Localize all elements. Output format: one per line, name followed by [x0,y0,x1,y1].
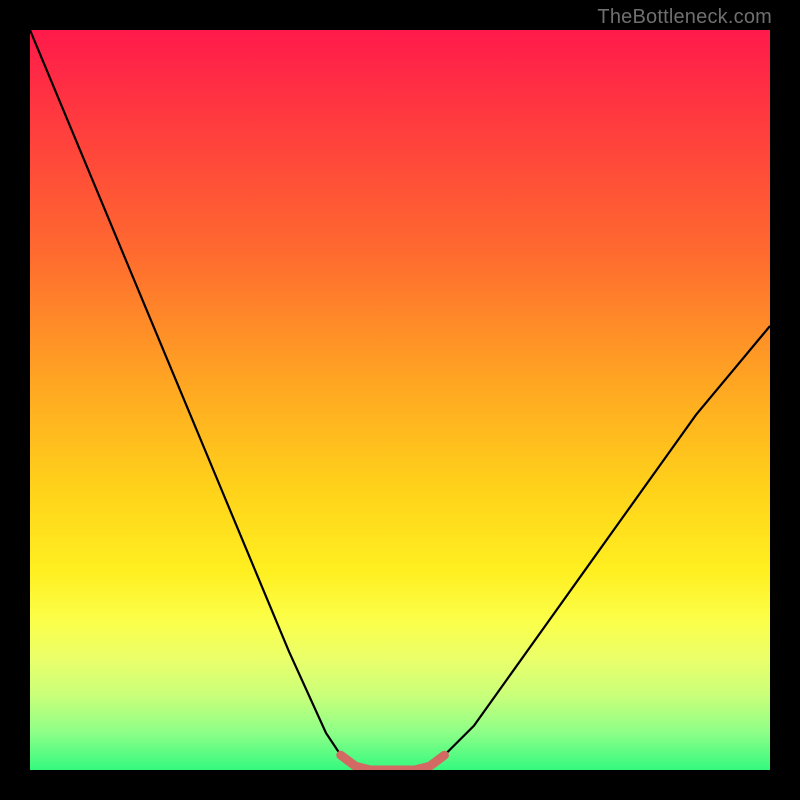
plot-area [30,30,770,770]
watermark-label: TheBottleneck.com [597,6,772,29]
bottleneck-curve [30,30,770,770]
chart-frame: TheBottleneck.com [0,0,800,800]
optimal-band [341,755,445,770]
curve-layer [30,30,770,770]
